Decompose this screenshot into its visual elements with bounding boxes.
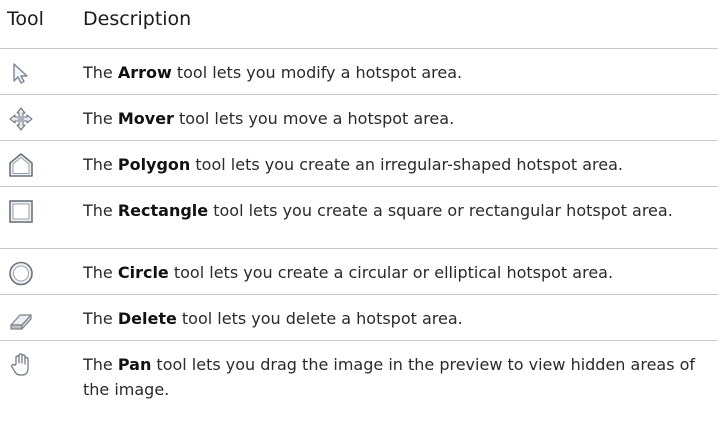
table-row: The Circle tool lets you create a circul…	[0, 248, 718, 294]
eraser-icon	[8, 306, 34, 332]
polygon-icon	[8, 152, 34, 178]
table-row: The Rectangle tool lets you create a squ…	[0, 186, 718, 248]
circle-icon	[8, 260, 34, 286]
header-description: Description	[83, 8, 192, 30]
row-description: The Polygon tool lets you create an irre…	[83, 155, 623, 174]
header-tool: Tool	[7, 8, 44, 30]
tool-name: Circle	[117, 263, 169, 282]
row-description: The Arrow tool lets you modify a hotspot…	[83, 63, 463, 82]
table-body: The Arrow tool lets you modify a hotspot…	[0, 48, 718, 403]
arrow-icon	[8, 60, 34, 86]
row-description: The Delete tool lets you delete a hotspo…	[83, 309, 463, 328]
table-row: The Arrow tool lets you modify a hotspot…	[0, 48, 718, 94]
table-row: The Pan tool lets you drag the image in …	[0, 340, 718, 403]
rectangle-icon	[8, 198, 34, 224]
tool-table: Tool Description The Arrow tool lets you…	[0, 0, 718, 436]
table-row: The Mover tool lets you move a hotspot a…	[0, 94, 718, 140]
tool-name: Delete	[117, 309, 177, 328]
table-header: Tool Description	[0, 0, 718, 46]
tool-name: Polygon	[117, 155, 191, 174]
hand-icon	[8, 352, 34, 378]
table-row: The Delete tool lets you delete a hotspo…	[0, 294, 718, 340]
row-description: The Circle tool lets you create a circul…	[83, 263, 614, 282]
tool-name: Rectangle	[117, 201, 209, 220]
row-description: The Mover tool lets you move a hotspot a…	[83, 109, 455, 128]
table-row: The Polygon tool lets you create an irre…	[0, 140, 718, 186]
row-description: The Rectangle tool lets you create a squ…	[83, 201, 673, 220]
tool-name: Arrow	[117, 63, 172, 82]
tool-name: Pan	[117, 355, 152, 374]
tool-name: Mover	[117, 109, 174, 128]
mover-icon	[8, 106, 34, 132]
row-description: The Pan tool lets you drag the image in …	[83, 355, 696, 399]
